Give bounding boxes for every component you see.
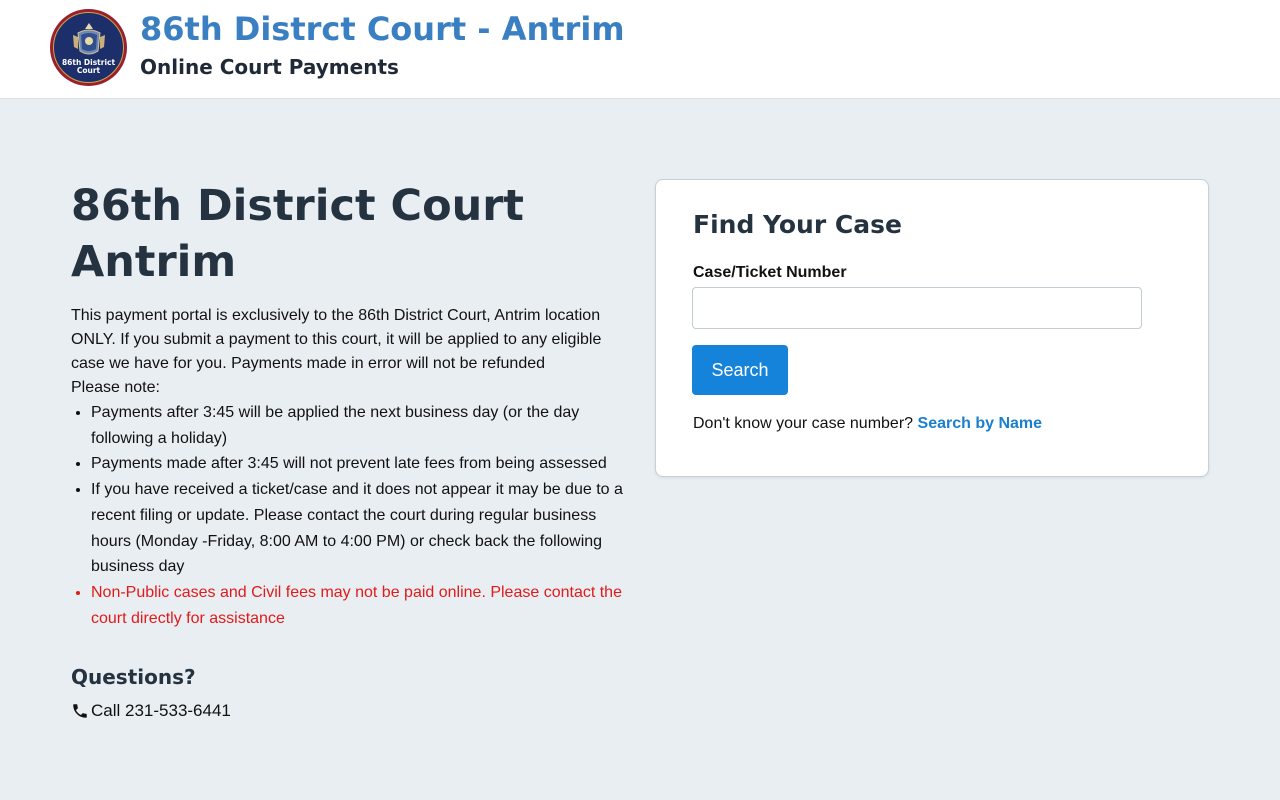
note-item-warning: Non-Public cases and Civil fees may not … [91, 580, 631, 631]
phone-contact: Call 231-533-6441 [71, 701, 631, 721]
logo-text-line2: Court [76, 66, 101, 75]
logo-text: 86th District Court [54, 59, 123, 75]
page-title-line2: Antrim [71, 237, 237, 287]
site-title[interactable]: 86th Distrct Court - Antrim [140, 10, 625, 48]
find-case-title: Find Your Case [693, 210, 902, 239]
note-item: Payments after 3:45 will be applied the … [91, 400, 631, 451]
find-case-card: Find Your Case Case/Ticket Number Search… [655, 179, 1209, 477]
logo-seal-inner: 86th District Court [53, 12, 124, 83]
court-info-section: 86th District Court Antrim This payment … [71, 178, 631, 721]
phone-number: Call 231-533-6441 [91, 701, 231, 721]
search-by-name-hint: Don't know your case number? Search by N… [693, 415, 1042, 433]
note-item: Payments made after 3:45 will not preven… [91, 451, 631, 477]
case-number-input[interactable] [692, 287, 1142, 329]
phone-icon [73, 704, 87, 719]
page-title: 86th District Court Antrim [71, 178, 631, 290]
intro-text: This payment portal is exclusively to th… [71, 307, 602, 372]
site-header: 86th District Court 86th Distrct Court -… [0, 0, 1280, 99]
site-subtitle: Online Court Payments [140, 55, 399, 79]
seal-emblem-icon [72, 23, 105, 55]
questions-heading: Questions? [71, 665, 196, 690]
search-button[interactable]: Search [692, 345, 788, 395]
court-seal-logo[interactable]: 86th District Court [50, 9, 127, 86]
note-label: Please note: [71, 379, 160, 396]
notes-list: Payments after 3:45 will be applied the … [71, 400, 631, 631]
hint-text: Don't know your case number? [693, 415, 914, 432]
note-item: If you have received a ticket/case and i… [91, 477, 631, 580]
search-by-name-link[interactable]: Search by Name [918, 415, 1043, 432]
case-number-label: Case/Ticket Number [693, 264, 847, 281]
page-title-line1: 86th District Court [71, 181, 524, 231]
